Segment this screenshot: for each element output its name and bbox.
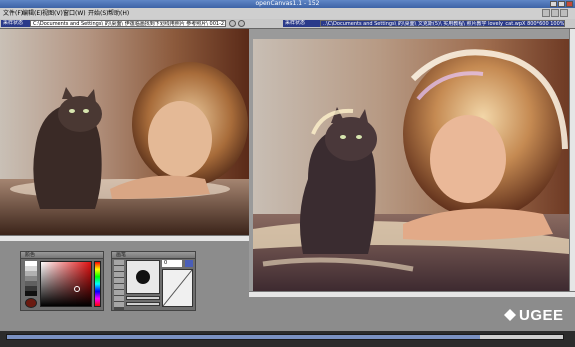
brush-size-slider[interactable] [126,296,160,300]
menu-edit[interactable]: 编辑(E) [22,10,42,17]
menu-close-button[interactable] [560,9,568,17]
reference-zoom-in-button[interactable] [238,20,245,27]
reference-window: 采样状态 C:\Documents and Settings\ 的\桌面\ 伊莲… [0,19,249,241]
maximize-button[interactable] [558,1,565,7]
color-swatch-column [25,261,37,308]
reference-path-field: C:\Documents and Settings\ 的\桌面\ 伊莲临画找到下… [30,20,226,27]
reference-status-label: 采样状态 [1,20,33,27]
bottom-bar [0,331,575,347]
blur-icon[interactable] [114,296,124,301]
pen-icon[interactable] [114,260,124,265]
brand-logo: UGEE [504,305,570,325]
painting-art [253,39,569,291]
color-panel: 颜色 [20,251,104,311]
bottom-scrollbar[interactable] [6,334,564,340]
canvas-path-field: ..\C\Documents and Settings\ 的\桌面\ 文克斯(5… [320,20,565,27]
pressure-curve-graph[interactable] [162,269,193,307]
diamond-icon [504,309,516,321]
color-picker-cursor[interactable] [74,286,80,292]
brush-tip-icon [136,270,150,284]
window-titlebar: openCanvas1.1 - 152 [0,0,575,8]
canvas-status-label: 采样状态 [283,20,323,27]
menu-restore-button[interactable] [551,9,559,17]
reference-horizontal-scrollbar[interactable] [0,235,249,241]
menu-view[interactable]: 视图(V) [42,10,63,17]
brush-tool-column [114,260,124,310]
brush-panel-title: 画笔 [112,252,195,259]
smudge-icon[interactable] [114,290,124,295]
brush-opacity-slider[interactable] [126,302,160,306]
painting-canvas[interactable] [253,39,569,291]
brush-preview [126,260,160,294]
canvas-window: 采样状态 ..\C\Documents and Settings\ 的\桌面\ … [249,19,575,297]
menu-start[interactable]: 开始(S) [88,10,109,17]
color-panel-title: 颜色 [21,252,103,259]
menu-minimize-button[interactable] [542,9,550,17]
brand-logo-text: UGEE [519,307,564,324]
saturation-value-picker[interactable] [40,261,92,307]
brush-panel: 画笔 0 [111,251,196,311]
bottom-scrollbar-thumb[interactable] [7,335,480,339]
marker-icon[interactable] [114,278,124,283]
menu-file[interactable]: 文件(F) [3,10,23,17]
pressure-curve-line [162,269,193,307]
brush-settings-icon[interactable] [185,260,193,267]
canvas-horizontal-scrollbar[interactable] [249,291,575,297]
watercolor-icon[interactable] [114,302,124,307]
hue-slider[interactable] [94,261,101,307]
reference-photo-art [0,29,249,235]
minimize-button[interactable] [550,1,557,7]
menu-help[interactable]: 帮助(H) [108,10,129,17]
canvas-window-titlebar: 采样状态 ..\C\Documents and Settings\ 的\桌面\ … [249,19,575,29]
close-button[interactable] [566,1,573,7]
pencil-icon[interactable] [114,266,124,271]
canvas-vertical-scrollbar[interactable] [569,29,575,291]
reference-photo[interactable] [0,29,249,235]
airbrush-icon[interactable] [114,272,124,277]
reference-window-titlebar: 采样状态 C:\Documents and Settings\ 的\桌面\ 伊莲… [0,19,249,29]
swatch-black[interactable] [25,291,37,296]
current-color-swatch[interactable] [25,298,37,308]
eraser-icon[interactable] [114,284,124,289]
reference-zoom-out-button[interactable] [229,20,236,27]
window-title: openCanvas1.1 - 152 [255,0,320,7]
menu-window[interactable]: 窗口(W) [63,10,86,17]
brush-size-readout[interactable]: 0 [162,260,182,267]
